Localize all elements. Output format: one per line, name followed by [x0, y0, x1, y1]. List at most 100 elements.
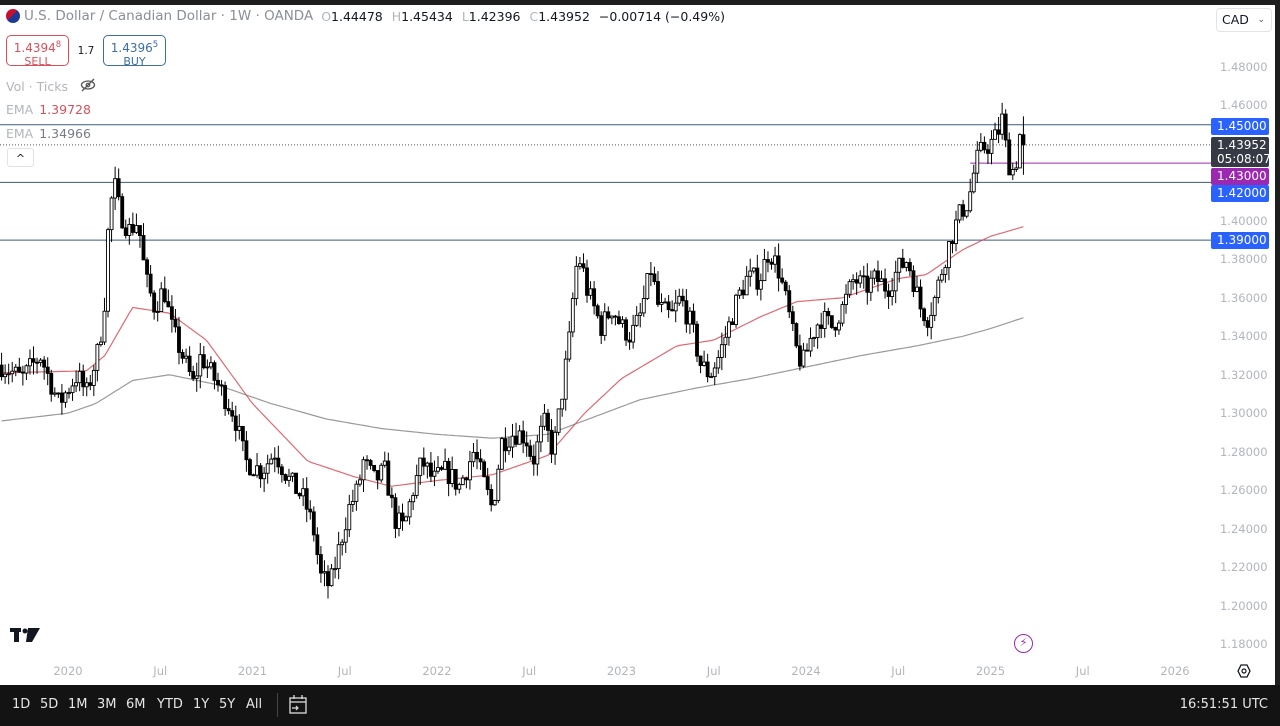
- candle: [766, 251, 770, 273]
- ema-fast-legend[interactable]: EMA 1.39728: [6, 102, 91, 117]
- candle: [70, 378, 75, 401]
- price-tick-label: 1.28000: [1220, 444, 1268, 459]
- lightning-icon[interactable]: ⚡: [1014, 634, 1033, 653]
- candle: [797, 334, 802, 371]
- candle: [602, 303, 607, 341]
- candle-body: [989, 138, 994, 154]
- range-button-6m[interactable]: 6M: [126, 697, 146, 712]
- candle: [861, 265, 866, 289]
- price-tick-label: 1.18000: [1220, 636, 1268, 651]
- candle-body: [180, 351, 185, 359]
- candle: [304, 477, 309, 523]
- candle: [695, 320, 699, 363]
- candle-body: [837, 322, 841, 331]
- candle: [755, 254, 760, 296]
- range-button-5y[interactable]: 5Y: [219, 697, 235, 712]
- candle-body: [638, 312, 643, 316]
- candle: [822, 302, 827, 338]
- price-tag-1390[interactable]: 1.39000: [1211, 232, 1269, 249]
- candle-body: [109, 197, 114, 231]
- range-button-5d[interactable]: 5D: [40, 697, 58, 712]
- candle-body: [425, 462, 430, 467]
- price-tag-1450[interactable]: 1.45000: [1211, 118, 1269, 135]
- calendar-goto-icon[interactable]: [288, 694, 308, 720]
- candle-body: [35, 361, 39, 364]
- candle-body: [957, 204, 962, 221]
- candle: [950, 240, 955, 254]
- candle: [52, 387, 57, 397]
- candle: [443, 448, 448, 471]
- candle: [113, 166, 118, 210]
- candle: [99, 336, 103, 347]
- candle-body: [326, 571, 330, 587]
- chart-pane[interactable]: [0, 5, 1275, 685]
- candle: [279, 464, 284, 483]
- range-button-1y[interactable]: 1Y: [193, 697, 209, 712]
- candle: [411, 492, 416, 511]
- candle-body: [847, 281, 852, 295]
- collapse-legend-button[interactable]: ^: [7, 148, 34, 167]
- change-value: −0.00714 (−0.49%): [598, 8, 725, 24]
- candle-body: [382, 460, 387, 466]
- range-button-all[interactable]: All: [246, 697, 262, 712]
- price-tick-label: 1.34000: [1220, 329, 1268, 344]
- candle: [599, 311, 604, 344]
- utc-clock[interactable]: 16:51:51 UTC: [1180, 697, 1268, 712]
- candle-body: [322, 571, 327, 574]
- tradingview-logo[interactable]: [10, 627, 42, 648]
- price-chart[interactable]: [0, 5, 1275, 685]
- candle: [379, 462, 384, 483]
- candle-body: [624, 319, 628, 341]
- candle-body: [418, 457, 423, 477]
- symbol-legend[interactable]: U.S. Dollar / Canadian Dollar · 1W · OAN…: [6, 8, 730, 24]
- candle: [975, 141, 980, 183]
- candle-body: [187, 355, 192, 373]
- candle-body: [297, 493, 302, 497]
- candle-body: [574, 265, 579, 300]
- candle-body: [67, 392, 71, 395]
- candle: [1010, 162, 1015, 181]
- price-tick-label: 1.36000: [1220, 290, 1268, 305]
- spread-value: 1.7: [77, 44, 95, 57]
- price-tag-1420[interactable]: 1.42000: [1211, 185, 1269, 202]
- range-button-1m[interactable]: 1M: [68, 697, 88, 712]
- candle-body: [212, 362, 217, 381]
- candle-body: [581, 263, 586, 269]
- currency-select[interactable]: CAD ⌄: [1216, 8, 1272, 32]
- buy-button[interactable]: 1.43965 BUY: [103, 35, 166, 68]
- candle-body: [677, 295, 682, 304]
- range-button-1d[interactable]: 1D: [12, 697, 30, 712]
- candle: [893, 260, 898, 304]
- candle: [269, 453, 274, 465]
- candle-body: [457, 484, 462, 490]
- candle: [574, 256, 579, 306]
- candle-body: [318, 554, 323, 574]
- eye-slash-icon[interactable]: [80, 78, 96, 95]
- volume-indicator-legend[interactable]: Vol · Ticks: [6, 78, 96, 95]
- settings-icon[interactable]: [1237, 664, 1251, 682]
- high-label: H: [391, 8, 402, 24]
- candle-body: [946, 241, 951, 269]
- candle-body: [450, 469, 455, 484]
- candle: [592, 281, 597, 315]
- sell-button[interactable]: 1.43948 SELL: [6, 35, 69, 68]
- range-button-3m[interactable]: 3M: [97, 697, 117, 712]
- candle-body: [81, 370, 86, 388]
- candle-body: [287, 475, 291, 481]
- candle: [169, 295, 174, 333]
- candle: [265, 454, 270, 484]
- candle-body: [535, 441, 540, 465]
- price-tag-1430[interactable]: 1.43000: [1211, 168, 1269, 185]
- sell-price-pip: 8: [55, 40, 62, 50]
- candle: [624, 317, 628, 347]
- symbol-title[interactable]: U.S. Dollar / Canadian Dollar · 1W · OAN…: [24, 8, 313, 24]
- range-button-ytd[interactable]: YTD: [157, 697, 183, 712]
- candle-body: [489, 489, 494, 506]
- candle-body: [528, 445, 533, 457]
- candle: [24, 364, 29, 380]
- candle: [606, 306, 611, 320]
- candle: [542, 403, 547, 431]
- ema-slow-legend[interactable]: EMA 1.34966: [6, 126, 91, 141]
- candle-body: [59, 392, 64, 403]
- candle: [6, 363, 11, 385]
